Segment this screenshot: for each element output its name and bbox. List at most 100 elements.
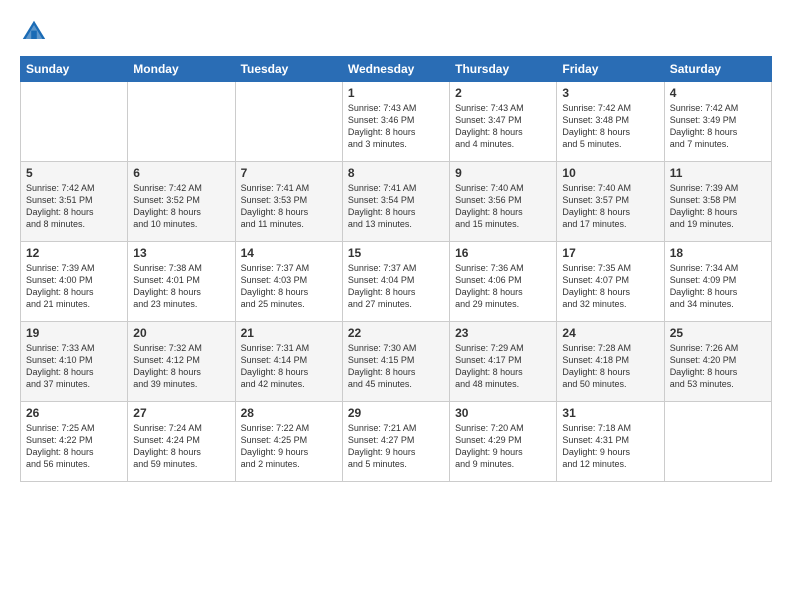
day-info: Sunrise: 7:26 AM Sunset: 4:20 PM Dayligh… [670, 342, 766, 391]
day-number: 25 [670, 326, 766, 340]
day-info: Sunrise: 7:42 AM Sunset: 3:51 PM Dayligh… [26, 182, 122, 231]
calendar-week-row: 26 Sunrise: 7:25 AM Sunset: 4:22 PM Dayli… [21, 402, 772, 482]
calendar-cell: 9 Sunrise: 7:40 AM Sunset: 3:56 PM Daylig… [450, 162, 557, 242]
day-number: 13 [133, 246, 229, 260]
day-number: 27 [133, 406, 229, 420]
day-number: 8 [348, 166, 444, 180]
day-info: Sunrise: 7:41 AM Sunset: 3:54 PM Dayligh… [348, 182, 444, 231]
day-number: 24 [562, 326, 658, 340]
day-info: Sunrise: 7:36 AM Sunset: 4:06 PM Dayligh… [455, 262, 551, 311]
logo [20, 18, 52, 46]
calendar-cell: 24 Sunrise: 7:28 AM Sunset: 4:18 PM Dayli… [557, 322, 664, 402]
day-number: 2 [455, 86, 551, 100]
header [20, 18, 772, 46]
weekday-header: Saturday [664, 57, 771, 82]
calendar-header-row: SundayMondayTuesdayWednesdayThursdayFrid… [21, 57, 772, 82]
calendar-cell: 8 Sunrise: 7:41 AM Sunset: 3:54 PM Daylig… [342, 162, 449, 242]
calendar-cell [128, 82, 235, 162]
calendar-week-row: 12 Sunrise: 7:39 AM Sunset: 4:00 PM Dayli… [21, 242, 772, 322]
day-number: 28 [241, 406, 337, 420]
day-number: 29 [348, 406, 444, 420]
calendar-week-row: 5 Sunrise: 7:42 AM Sunset: 3:51 PM Daylig… [21, 162, 772, 242]
day-info: Sunrise: 7:39 AM Sunset: 3:58 PM Dayligh… [670, 182, 766, 231]
day-info: Sunrise: 7:34 AM Sunset: 4:09 PM Dayligh… [670, 262, 766, 311]
day-number: 30 [455, 406, 551, 420]
day-info: Sunrise: 7:24 AM Sunset: 4:24 PM Dayligh… [133, 422, 229, 471]
weekday-header: Friday [557, 57, 664, 82]
day-info: Sunrise: 7:40 AM Sunset: 3:56 PM Dayligh… [455, 182, 551, 231]
day-number: 11 [670, 166, 766, 180]
day-info: Sunrise: 7:32 AM Sunset: 4:12 PM Dayligh… [133, 342, 229, 391]
calendar-cell: 12 Sunrise: 7:39 AM Sunset: 4:00 PM Dayli… [21, 242, 128, 322]
day-number: 14 [241, 246, 337, 260]
day-number: 26 [26, 406, 122, 420]
day-info: Sunrise: 7:38 AM Sunset: 4:01 PM Dayligh… [133, 262, 229, 311]
calendar-cell: 13 Sunrise: 7:38 AM Sunset: 4:01 PM Dayli… [128, 242, 235, 322]
day-number: 4 [670, 86, 766, 100]
calendar-cell: 23Sunrise: 7:29 AM Sunset: 4:17 PM Dayli… [450, 322, 557, 402]
day-info: Sunrise: 7:35 AM Sunset: 4:07 PM Dayligh… [562, 262, 658, 311]
logo-icon [20, 18, 48, 46]
weekday-header: Wednesday [342, 57, 449, 82]
calendar-cell: 6 Sunrise: 7:42 AM Sunset: 3:52 PM Daylig… [128, 162, 235, 242]
calendar-cell: 28Sunrise: 7:22 AM Sunset: 4:25 PM Dayli… [235, 402, 342, 482]
calendar-cell [235, 82, 342, 162]
weekday-header: Thursday [450, 57, 557, 82]
day-info: Sunrise: 7:42 AM Sunset: 3:52 PM Dayligh… [133, 182, 229, 231]
day-info: Sunrise: 7:39 AM Sunset: 4:00 PM Dayligh… [26, 262, 122, 311]
day-number: 3 [562, 86, 658, 100]
day-info: Sunrise: 7:41 AM Sunset: 3:53 PM Dayligh… [241, 182, 337, 231]
calendar-cell: 19Sunrise: 7:33 AM Sunset: 4:10 PM Dayli… [21, 322, 128, 402]
day-number: 1 [348, 86, 444, 100]
day-info: Sunrise: 7:20 AM Sunset: 4:29 PM Dayligh… [455, 422, 551, 471]
calendar-cell: 18 Sunrise: 7:34 AM Sunset: 4:09 PM Dayli… [664, 242, 771, 322]
day-info: Sunrise: 7:21 AM Sunset: 4:27 PM Dayligh… [348, 422, 444, 471]
day-info: Sunrise: 7:18 AM Sunset: 4:31 PM Dayligh… [562, 422, 658, 471]
calendar-cell: 29 Sunrise: 7:21 AM Sunset: 4:27 PM Dayli… [342, 402, 449, 482]
calendar-cell [21, 82, 128, 162]
calendar-cell: 4 Sunrise: 7:42 AM Sunset: 3:49 PM Daylig… [664, 82, 771, 162]
calendar-cell: 22Sunrise: 7:30 AM Sunset: 4:15 PM Dayli… [342, 322, 449, 402]
day-info: Sunrise: 7:43 AM Sunset: 3:46 PM Dayligh… [348, 102, 444, 151]
weekday-header: Sunday [21, 57, 128, 82]
calendar-week-row: 1 Sunrise: 7:43 AM Sunset: 3:46 PM Daylig… [21, 82, 772, 162]
day-number: 5 [26, 166, 122, 180]
calendar-cell: 25 Sunrise: 7:26 AM Sunset: 4:20 PM Dayli… [664, 322, 771, 402]
day-info: Sunrise: 7:29 AM Sunset: 4:17 PM Dayligh… [455, 342, 551, 391]
calendar-cell: 10 Sunrise: 7:40 AM Sunset: 3:57 PM Dayli… [557, 162, 664, 242]
day-number: 18 [670, 246, 766, 260]
calendar-cell: 7 Sunrise: 7:41 AM Sunset: 3:53 PM Daylig… [235, 162, 342, 242]
calendar-cell: 11 Sunrise: 7:39 AM Sunset: 3:58 PM Dayli… [664, 162, 771, 242]
day-info: Sunrise: 7:42 AM Sunset: 3:48 PM Dayligh… [562, 102, 658, 151]
calendar-cell: 27 Sunrise: 7:24 AM Sunset: 4:24 PM Dayli… [128, 402, 235, 482]
calendar-cell: 1 Sunrise: 7:43 AM Sunset: 3:46 PM Daylig… [342, 82, 449, 162]
day-info: Sunrise: 7:28 AM Sunset: 4:18 PM Dayligh… [562, 342, 658, 391]
calendar-cell: 16Sunrise: 7:36 AM Sunset: 4:06 PM Dayli… [450, 242, 557, 322]
day-info: Sunrise: 7:42 AM Sunset: 3:49 PM Dayligh… [670, 102, 766, 151]
day-number: 12 [26, 246, 122, 260]
day-info: Sunrise: 7:37 AM Sunset: 4:03 PM Dayligh… [241, 262, 337, 311]
calendar-cell: 2 Sunrise: 7:43 AM Sunset: 3:47 PM Daylig… [450, 82, 557, 162]
weekday-header: Tuesday [235, 57, 342, 82]
calendar-table: SundayMondayTuesdayWednesdayThursdayFrid… [20, 56, 772, 482]
day-info: Sunrise: 7:40 AM Sunset: 3:57 PM Dayligh… [562, 182, 658, 231]
day-number: 10 [562, 166, 658, 180]
day-info: Sunrise: 7:43 AM Sunset: 3:47 PM Dayligh… [455, 102, 551, 151]
day-number: 15 [348, 246, 444, 260]
calendar-cell: 26 Sunrise: 7:25 AM Sunset: 4:22 PM Dayli… [21, 402, 128, 482]
day-info: Sunrise: 7:25 AM Sunset: 4:22 PM Dayligh… [26, 422, 122, 471]
day-number: 19 [26, 326, 122, 340]
calendar-cell: 31 Sunrise: 7:18 AM Sunset: 4:31 PM Dayli… [557, 402, 664, 482]
calendar-cell: 21Sunrise: 7:31 AM Sunset: 4:14 PM Dayli… [235, 322, 342, 402]
day-number: 6 [133, 166, 229, 180]
day-number: 9 [455, 166, 551, 180]
calendar-cell: 30 Sunrise: 7:20 AM Sunset: 4:29 PM Dayli… [450, 402, 557, 482]
day-number: 7 [241, 166, 337, 180]
weekday-header: Monday [128, 57, 235, 82]
day-number: 21 [241, 326, 337, 340]
day-number: 20 [133, 326, 229, 340]
day-number: 31 [562, 406, 658, 420]
calendar-cell: 3 Sunrise: 7:42 AM Sunset: 3:48 PM Daylig… [557, 82, 664, 162]
page: SundayMondayTuesdayWednesdayThursdayFrid… [0, 0, 792, 612]
day-number: 17 [562, 246, 658, 260]
